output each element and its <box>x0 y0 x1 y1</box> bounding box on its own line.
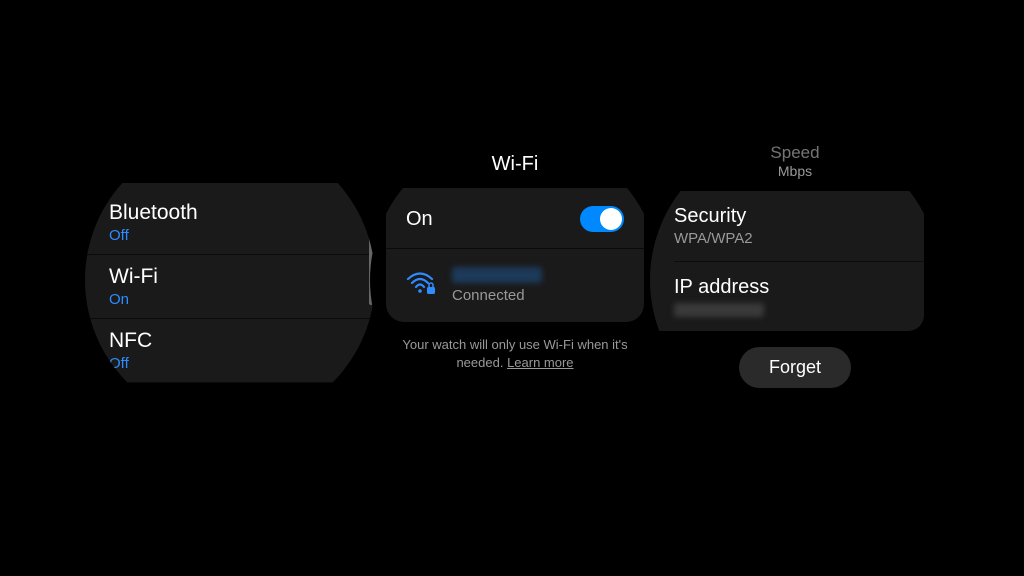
watch-connections: Bluetooth Off Wi-Fi On NFC Off <box>85 135 375 425</box>
connection-title: Wi-Fi <box>109 265 351 289</box>
speed-label-partial: Speed <box>650 143 940 163</box>
watch-network-detail: Speed Mbps Security WPA/WPA2 IP address … <box>650 135 940 425</box>
wifi-ssid-redacted <box>452 267 542 283</box>
connection-item-bluetooth[interactable]: Bluetooth Off <box>85 183 375 255</box>
forget-button[interactable]: Forget <box>739 347 851 388</box>
wifi-header-title: Wi-Fi <box>370 135 660 188</box>
wifi-footer-text: Your watch will only use Wi-Fi when it's… <box>370 322 660 372</box>
security-value: WPA/WPA2 <box>674 230 904 247</box>
wifi-connected-label: Connected <box>452 287 624 304</box>
security-row[interactable]: Security WPA/WPA2 <box>674 191 924 261</box>
connection-status: Off <box>109 227 351 244</box>
wifi-learn-more-link[interactable]: Learn more <box>507 355 573 370</box>
ip-address-row[interactable]: IP address <box>674 261 924 331</box>
connections-list: Bluetooth Off Wi-Fi On NFC Off <box>85 135 375 383</box>
network-info-card: Security WPA/WPA2 IP address <box>650 191 924 331</box>
network-speed-row: Speed Mbps <box>650 135 940 179</box>
connection-item-wifi[interactable]: Wi-Fi On <box>85 255 375 319</box>
wifi-toggle[interactable] <box>580 206 624 232</box>
wifi-card: On Connected <box>386 188 644 322</box>
connection-status: Off <box>109 355 351 372</box>
connection-title: NFC <box>109 329 351 353</box>
wifi-signal-lock-icon <box>406 271 436 300</box>
ip-address-label: IP address <box>674 276 904 299</box>
wifi-network-row[interactable]: Connected <box>386 249 644 322</box>
ip-address-redacted <box>674 303 764 317</box>
toggle-knob <box>600 208 622 230</box>
connection-status: On <box>109 291 351 308</box>
connection-item-nfc[interactable]: NFC Off <box>85 319 375 383</box>
security-label: Security <box>674 205 904 228</box>
watch-wifi: Wi-Fi On Connected <box>370 135 660 425</box>
speed-value-partial: Mbps <box>650 163 940 179</box>
wifi-on-label: On <box>406 208 433 231</box>
connection-title: Bluetooth <box>109 201 351 225</box>
wifi-toggle-row[interactable]: On <box>386 188 644 249</box>
wifi-network-info: Connected <box>452 267 624 304</box>
